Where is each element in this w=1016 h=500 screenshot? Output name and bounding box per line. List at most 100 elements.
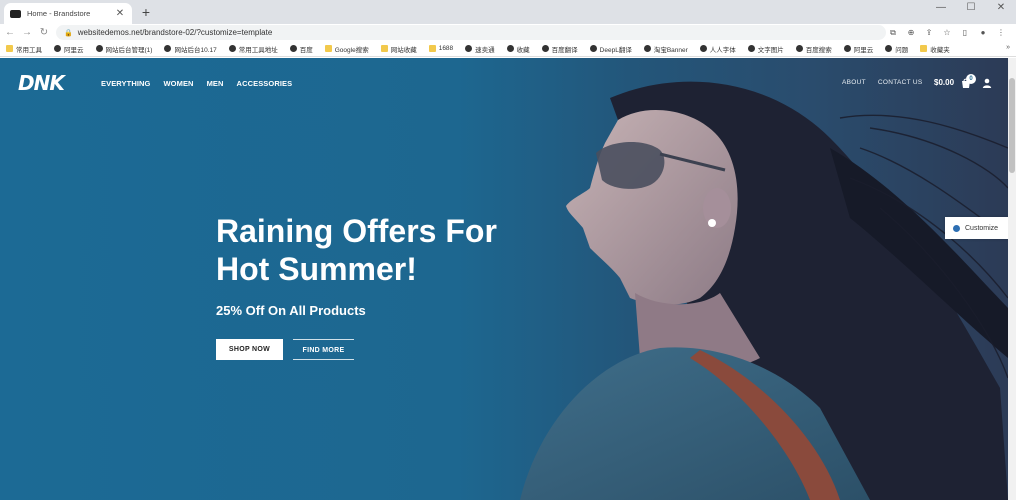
profile-icon[interactable]: ●	[974, 28, 992, 37]
bookmark-item[interactable]: 速卖通	[465, 44, 495, 54]
bookmark-label: 常用工具	[16, 46, 42, 54]
nav-item-contact[interactable]: CONTACT US	[878, 79, 923, 86]
more-bookmarks-icon[interactable]: »	[1006, 44, 1010, 51]
url-text: websitedemos.net/brandstore-02/?customiz…	[77, 28, 273, 37]
bookmark-label: 淘宝Banner	[653, 46, 688, 54]
bookmark-label: 问题	[895, 46, 909, 54]
forward-icon[interactable]: →	[20, 27, 34, 38]
toolbar-actions: ⧉ ⊕ ⇪ ☆ ▯ ● ⋮	[884, 24, 1010, 41]
site-favicon-icon	[10, 9, 21, 18]
bookmark-item[interactable]: 百度	[289, 44, 313, 54]
translate-icon[interactable]: ⧉	[884, 28, 902, 38]
share-icon[interactable]: ⇪	[920, 28, 938, 37]
customize-icon	[953, 224, 960, 232]
globe-icon	[289, 45, 297, 52]
scrollbar-thumb[interactable]	[1009, 78, 1015, 173]
globe-icon	[589, 45, 597, 52]
bookmark-item[interactable]: DeepL翻译	[589, 44, 632, 54]
cart-total[interactable]: $0.00	[934, 78, 954, 87]
bookmark-label: 收藏	[516, 46, 530, 54]
tab-title: Home - Brandstore	[27, 9, 91, 18]
page-scrollbar[interactable]	[1008, 58, 1016, 500]
web-page: DNK EVERYTHING WOMEN MEN ACCESSORIES ABO…	[0, 58, 1016, 500]
maximize-icon[interactable]: ☐	[956, 0, 986, 22]
back-icon[interactable]: ←	[3, 27, 17, 38]
utility-nav: ABOUT CONTACT US	[842, 79, 935, 86]
minimize-icon[interactable]: —	[926, 0, 956, 22]
hero-title: Raining Offers For Hot Summer!	[216, 212, 576, 288]
nav-item-about[interactable]: ABOUT	[842, 79, 866, 86]
bookmark-item[interactable]: 淘宝Banner	[643, 44, 688, 54]
bookmark-item[interactable]: 网站后台10.17	[164, 44, 217, 54]
bookmark-label: 百度搜索	[805, 46, 832, 54]
bookmark-label: 1688	[438, 45, 454, 52]
globe-icon	[795, 45, 803, 52]
site-logo[interactable]: DNK	[18, 71, 65, 95]
nav-item-everything[interactable]: EVERYTHING	[101, 79, 150, 88]
user-icon[interactable]	[982, 78, 992, 88]
bookmark-label: 速卖通	[475, 46, 495, 54]
globe-icon	[465, 45, 473, 52]
globe-icon	[747, 45, 755, 52]
globe-icon	[885, 45, 893, 52]
hero-title-line-2: Hot Summer!	[216, 251, 417, 287]
bookmark-item[interactable]: 网站收藏	[380, 44, 417, 54]
globe-icon	[228, 45, 236, 52]
nav-item-women[interactable]: WOMEN	[163, 79, 193, 88]
new-tab-icon[interactable]: +	[138, 4, 154, 20]
globe-icon	[506, 45, 514, 52]
address-bar[interactable]: 🔒 websitedemos.net/brandstore-02/?custom…	[56, 25, 886, 40]
globe-icon	[164, 45, 172, 52]
bookmark-item[interactable]: 阿里云	[843, 44, 874, 54]
sidepanel-icon[interactable]: ▯	[956, 28, 974, 37]
bookmark-item[interactable]: 常用工具地址	[228, 44, 278, 54]
bookmark-item[interactable]: 阿里云	[54, 44, 84, 54]
browser-tab[interactable]: Home - Brandstore ✕	[4, 3, 132, 24]
site-header: DNK EVERYTHING WOMEN MEN ACCESSORIES ABO…	[0, 58, 1008, 110]
lock-icon: 🔒	[64, 29, 73, 37]
customize-label: Customize	[965, 224, 999, 232]
nav-item-men[interactable]: MEN	[207, 79, 224, 88]
bookmark-item[interactable]: 收藏夹	[920, 44, 950, 54]
main-nav: EVERYTHING WOMEN MEN ACCESSORIES	[101, 79, 305, 88]
globe-icon	[643, 45, 651, 52]
bookmark-label: 常用工具地址	[238, 46, 278, 54]
bookmark-label: 收藏夹	[930, 46, 950, 54]
shop-now-button[interactable]: SHOP NOW	[216, 339, 283, 360]
cart-count-badge: 0	[966, 74, 976, 84]
bookmark-item[interactable]: 常用工具	[6, 44, 42, 54]
globe-icon	[699, 45, 707, 52]
folder-icon	[380, 45, 388, 52]
bookmark-item[interactable]: 1688	[428, 45, 454, 52]
bookmark-label: 阿里云	[853, 46, 874, 54]
globe-icon	[54, 45, 61, 52]
bookmark-item[interactable]: 收藏	[506, 44, 530, 54]
bookmark-item[interactable]: 文字图片	[747, 44, 784, 54]
browser-tabstrip: Home - Brandstore ✕ + — ☐ ✕	[0, 0, 1016, 24]
bookmarks-bar: 常用工具 阿里云 网站后台管理(1) 网站后台10.17 常用工具地址 百度 Google搜…	[0, 41, 1016, 57]
bookmark-item[interactable]: 网站后台管理(1)	[95, 44, 152, 54]
bookmark-item[interactable]: 百度翻译	[541, 44, 578, 54]
find-more-button[interactable]: FIND MORE	[293, 339, 354, 360]
nav-item-accessories[interactable]: ACCESSORIES	[237, 79, 293, 88]
bookmark-label: 阿里云	[64, 46, 84, 54]
bookmark-label: 网站收藏	[390, 46, 417, 54]
bookmark-star-icon[interactable]: ☆	[938, 28, 956, 37]
bookmark-item[interactable]: 百度搜索	[795, 44, 832, 54]
customize-button[interactable]: Customize	[945, 217, 1008, 239]
bookmark-label: 百度翻译	[551, 46, 578, 54]
bookmark-label: DeepL翻译	[599, 46, 632, 54]
folder-icon	[920, 45, 928, 52]
reload-icon[interactable]: ↻	[37, 27, 51, 38]
zoom-icon[interactable]: ⊕	[902, 28, 920, 37]
bookmark-item[interactable]: Google搜索	[324, 44, 369, 54]
bookmark-item[interactable]: 人人字体	[699, 44, 736, 54]
window-controls: — ☐ ✕	[926, 0, 1016, 22]
bookmark-item[interactable]: 问题	[885, 44, 908, 54]
hero-subtitle: 25% Off On All Products	[216, 303, 366, 318]
hero-title-line-1: Raining Offers For	[216, 213, 497, 249]
close-tab-icon[interactable]: ✕	[114, 8, 126, 19]
globe-icon	[843, 45, 851, 52]
menu-icon[interactable]: ⋮	[992, 28, 1010, 37]
close-window-icon[interactable]: ✕	[986, 0, 1016, 22]
